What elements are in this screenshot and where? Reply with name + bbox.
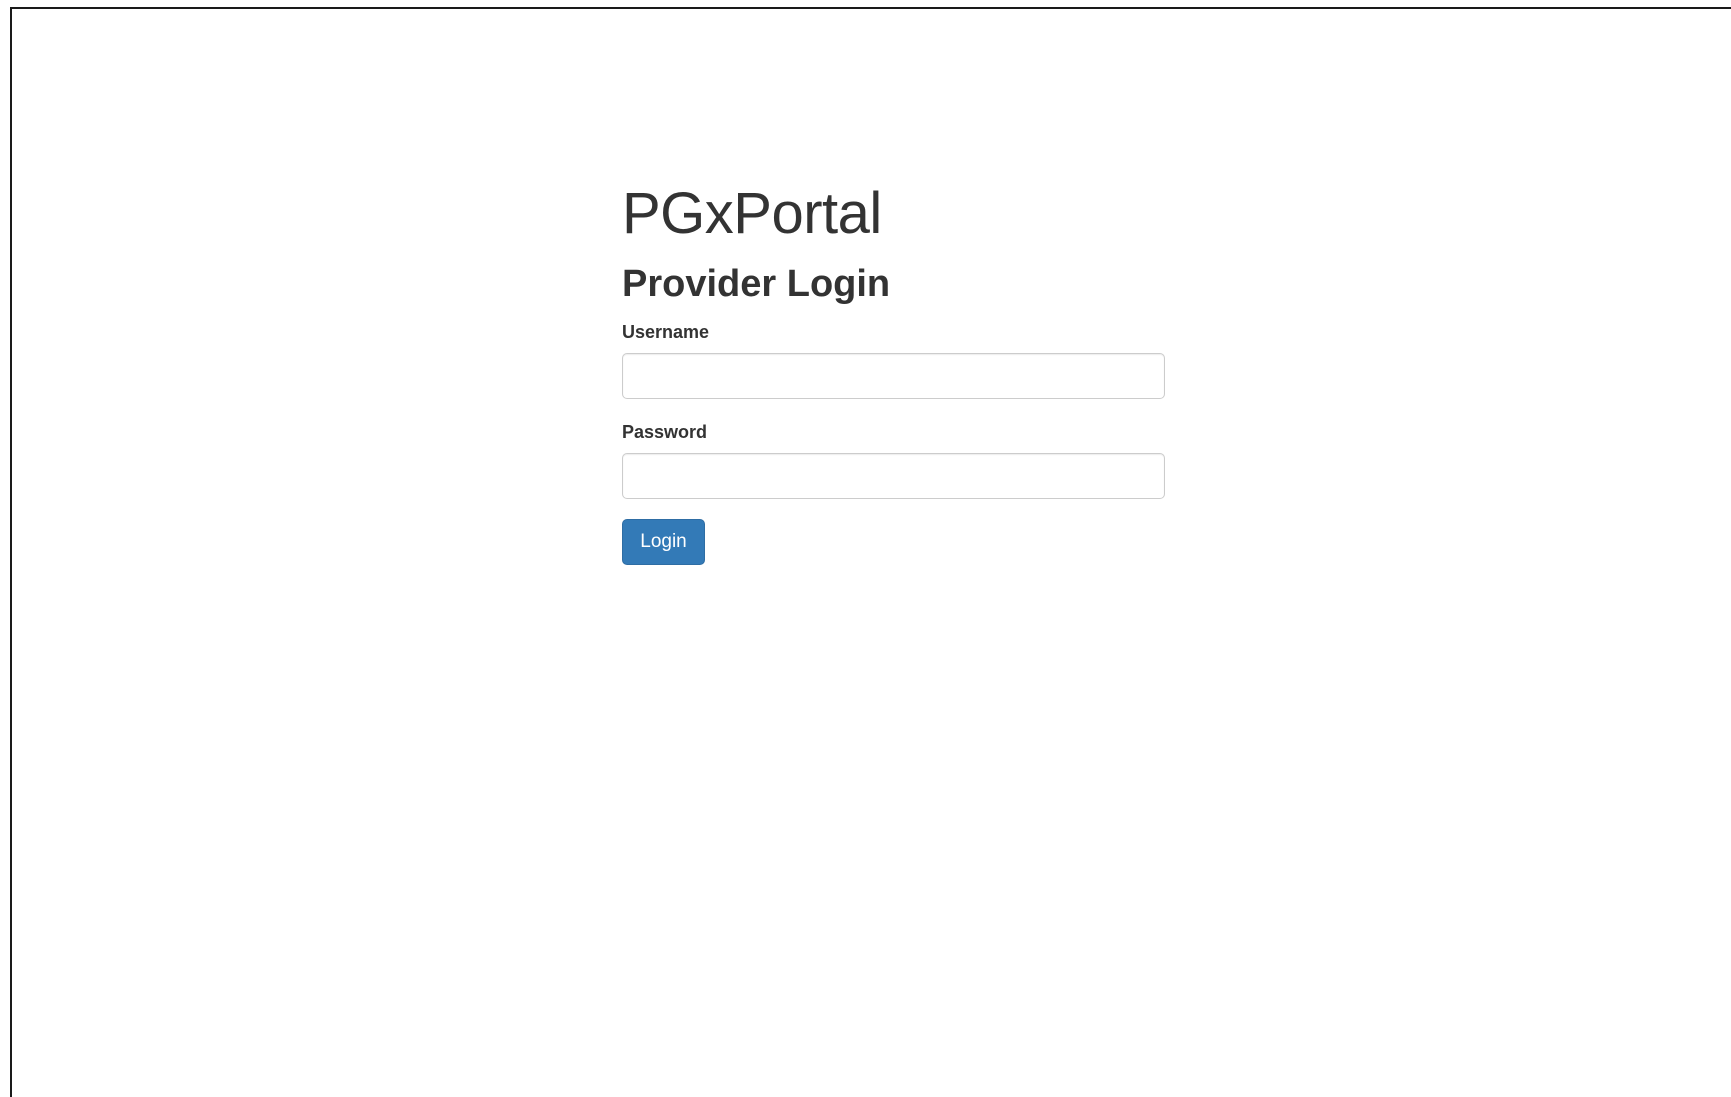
password-group: Password [622, 421, 1166, 499]
username-input[interactable] [622, 353, 1165, 399]
password-input[interactable] [622, 453, 1165, 499]
app-title: PGxPortal [622, 181, 882, 246]
login-button[interactable]: Login [622, 519, 705, 565]
login-heading: Provider Login [622, 263, 891, 305]
username-label: Username [622, 322, 710, 342]
login-panel: PGxPortal Provider Login Username Passwo… [622, 179, 1166, 565]
username-group: Username [622, 321, 1166, 399]
browser-frame: PGxPortal Provider Login Username Passwo… [10, 7, 1731, 1097]
password-label: Password [622, 422, 708, 442]
